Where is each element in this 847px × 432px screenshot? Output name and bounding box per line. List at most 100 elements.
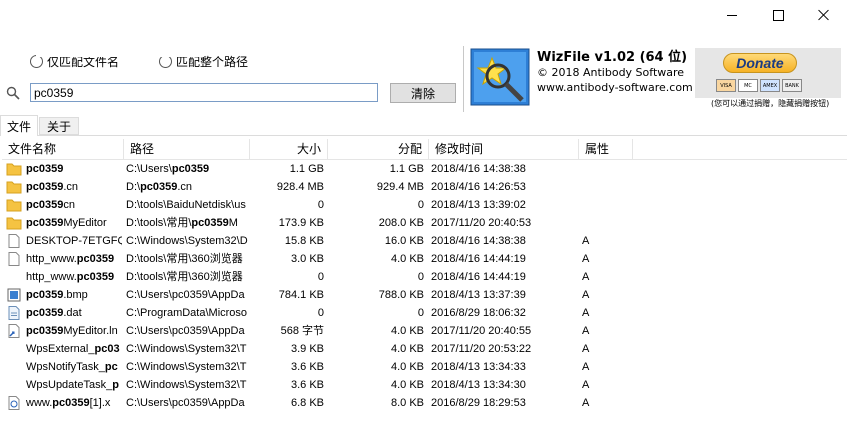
clear-button[interactable]: 清除 (390, 83, 456, 103)
cell-size: 6.8 KB (290, 397, 324, 409)
cell-modified: 2018/4/16 14:44:19 (431, 253, 526, 265)
cell-file-name: WpsNotifyTask_pc (2, 358, 122, 376)
cell-file-name: WpsExternal_pc03 (2, 340, 122, 358)
cell-attr (582, 160, 622, 178)
cell-path: C:\Windows\System32\T (126, 358, 248, 376)
folder-icon (6, 163, 22, 176)
file-name-match: pc (104, 361, 118, 373)
path-match: pc0359 (191, 217, 229, 229)
cell-file-name: WpsUpdateTask_p (2, 376, 122, 394)
table-row[interactable]: WpsUpdateTask_p C:\Windows\System32\T 3.6 … (2, 376, 847, 394)
file-name-match: pc0359 (76, 271, 115, 283)
tab-about[interactable]: 关于 (39, 117, 79, 135)
maximize-button[interactable] (755, 0, 801, 30)
donate-button[interactable]: Donate (723, 53, 797, 73)
table-row[interactable]: http_www.pc0359 D:\tools\常用\360浏览器 3.0 KB 4… (2, 250, 847, 268)
table-row[interactable]: pc0359cn D:\tools\BaiduNetdisk\us 0 0 2018/4… (2, 196, 847, 214)
donate-note: (您可以通过捐赠，隐藏捐赠按钮) (711, 99, 830, 108)
app-info: WizFile v1.02 (64 位) © 2018 Antibody Sof… (537, 50, 693, 95)
app-website[interactable]: www.antibody-software.com (537, 80, 693, 95)
cell-attr: A (582, 307, 590, 319)
table-body: pc0359 C:\Users\pc0359 1.1 GB 1.1 GB 2018/4/… (2, 160, 847, 412)
table-row[interactable]: WpsExternal_pc03 C:\Windows\System32\T 3.9… (2, 340, 847, 358)
column-header-alloc[interactable]: 分配 (328, 139, 429, 159)
cell-path: C:\Users\pc0359 (126, 160, 248, 178)
cell-size: 3.0 KB (290, 253, 324, 265)
card-icon-bank: BANK (782, 79, 802, 92)
app-title: WizFile v1.02 (64 位) (537, 50, 688, 65)
table-row[interactable]: DESKTOP-7ETGFQH C:\Windows\System32\D 15.8… (2, 232, 847, 250)
cell-file-name: pc0359.bmp (2, 286, 122, 304)
cell-modified: 2018/4/13 13:34:30 (431, 379, 526, 391)
path-prefix: D:\tools\常用\360浏览器 (126, 271, 243, 283)
file-name-match: pc0359 (26, 325, 64, 337)
cell-attr: A (582, 379, 590, 391)
table-row[interactable]: pc0359.cn D:\pc0359.cn 928.4 MB 929.4 MB 201… (2, 178, 847, 196)
path-prefix: C:\ProgramData\Microso (126, 307, 248, 319)
search-input[interactable] (30, 83, 378, 102)
cell-modified: 2018/4/13 13:39:02 (431, 199, 526, 211)
cell-modified: 2016/8/29 18:29:53 (431, 397, 526, 409)
cell-file-name: http_www.pc0359 (2, 250, 122, 268)
cell-attr: A (582, 343, 590, 355)
path-prefix: C:\Users\pc0359\AppDa (126, 325, 245, 337)
cell-alloc: 4.0 KB (390, 253, 424, 265)
minimize-icon (727, 14, 737, 16)
column-header-modified[interactable]: 修改时间 (429, 139, 579, 159)
cell-path: D:\tools\常用\360浏览器 (126, 268, 248, 286)
column-header-name[interactable]: 文件名称 (2, 139, 124, 159)
document-icon (8, 234, 20, 248)
file-name-prefix: http_www. (26, 253, 77, 265)
table-row[interactable]: pc0359MyEditor.ln C:\Users\pc0359\AppDa 56… (2, 322, 847, 340)
cell-size: 0 (317, 271, 324, 283)
cell-path: C:\Windows\System32\T (126, 376, 248, 394)
cell-file-name: pc0359.dat (2, 304, 122, 322)
shortcut-file-icon (8, 324, 20, 338)
cell-file-name: DESKTOP-7ETGFQH (2, 232, 122, 250)
path-prefix: C:\Windows\System32\T (126, 379, 247, 391)
table-row[interactable]: pc0359MyEditor D:\tools\常用\pc0359M 173.9 K… (2, 214, 847, 232)
column-header-attr[interactable]: 属性 (579, 139, 633, 159)
path-match: pc0359 (140, 181, 178, 193)
cell-path: D:\tools\常用\360浏览器 (126, 250, 248, 268)
card-icon-mastercard: MC (738, 79, 758, 92)
file-name-match: pc0359 (26, 181, 64, 193)
file-name-prefix: WpsNotifyTask_ (26, 361, 105, 373)
cell-size: 3.9 KB (290, 343, 324, 355)
wizfile-logo-icon (470, 48, 530, 106)
document-icon (8, 252, 20, 266)
overlapping-popup-remnant (36, 44, 204, 57)
table-row[interactable]: http_www.pc0359 D:\tools\常用\360浏览器 0 0 2018/… (2, 268, 847, 286)
cell-size: 928.4 MB (276, 181, 324, 193)
table-row[interactable]: WpsNotifyTask_pc C:\Windows\System32\T 3.6… (2, 358, 847, 376)
path-suffix: .cn (177, 181, 193, 193)
cell-alloc: 929.4 MB (376, 181, 424, 193)
path-prefix: C:\Windows\System32\T (126, 361, 247, 373)
cell-path: C:\ProgramData\Microso (126, 304, 248, 322)
tab-files[interactable]: 文件 (0, 115, 38, 136)
close-button[interactable] (801, 0, 847, 30)
cell-size: 568 字节 (280, 325, 324, 337)
file-name-match: pc0359 (26, 217, 64, 229)
table-row[interactable]: pc0359.bmp C:\Users\pc0359\AppDa 784.1 KB 7… (2, 286, 847, 304)
file-name-prefix: http_www. (26, 271, 77, 283)
file-name-match: pc0359 (26, 307, 64, 319)
minimize-button[interactable] (709, 0, 755, 30)
path-match: pc0359 (171, 163, 210, 175)
column-header-size[interactable]: 大小 (250, 139, 328, 159)
cell-attr: A (582, 253, 590, 265)
path-prefix: C:\Windows\System32\T (126, 343, 247, 355)
table-row[interactable]: pc0359 C:\Users\pc0359 1.1 GB 1.1 GB 2018/4/… (2, 160, 847, 178)
cell-alloc: 4.0 KB (390, 379, 424, 391)
search-icon (6, 86, 20, 100)
file-name-suffix: cn (63, 199, 75, 211)
cell-attr: A (582, 361, 590, 373)
cell-size: 1.1 GB (289, 163, 324, 175)
column-header-path[interactable]: 路径 (124, 139, 250, 159)
app-copyright: © 2018 Antibody Software (537, 66, 685, 79)
path-suffix: M (228, 217, 238, 229)
table-row[interactable]: pc0359.dat C:\ProgramData\Microso 0 0 2016/8… (2, 304, 847, 322)
cell-size: 0 (317, 307, 324, 319)
table-row[interactable]: www.pc0359[1].x C:\Users\pc0359\AppDa 6.8 … (2, 394, 847, 412)
close-icon (818, 9, 830, 21)
